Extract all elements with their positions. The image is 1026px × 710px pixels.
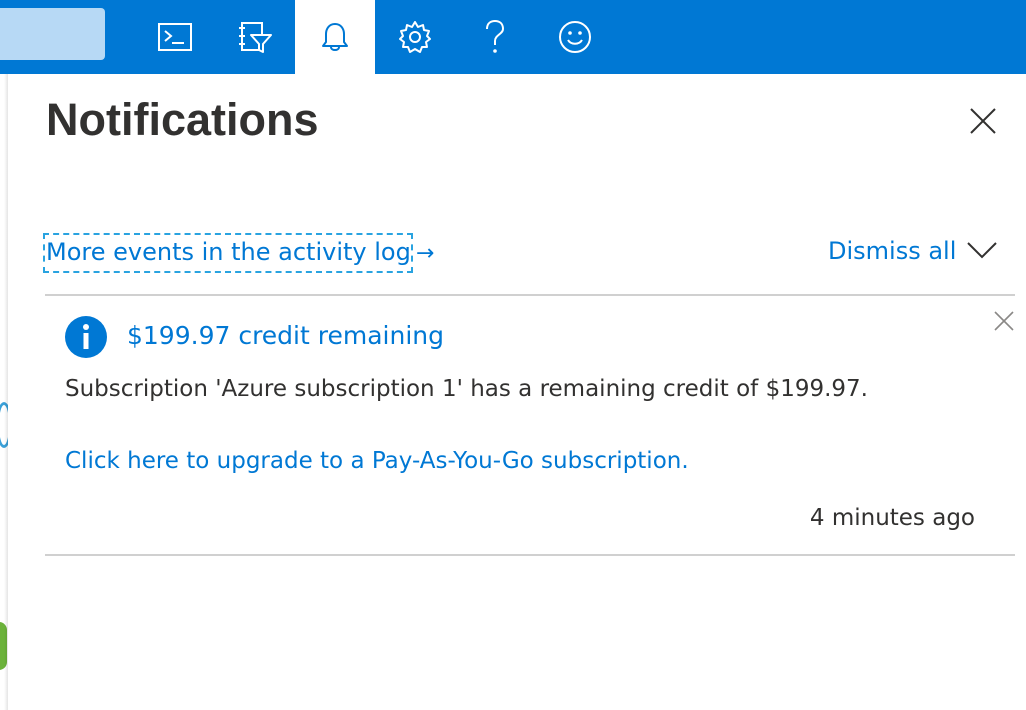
portal-root: Notifications More events in the activit… (0, 0, 1026, 710)
directory-filter-button[interactable] (215, 0, 295, 74)
close-panel-button[interactable] (960, 100, 1006, 146)
feedback-button[interactable] (535, 0, 615, 74)
gear-icon (398, 20, 432, 54)
panel-title: Notifications (46, 94, 319, 145)
activity-log-link[interactable]: More events in the activity log → (43, 233, 435, 273)
divider (45, 554, 1015, 556)
background-page-edge (0, 74, 8, 710)
collapse-button[interactable] (962, 234, 1002, 270)
chevron-down-icon (967, 241, 997, 263)
help-button[interactable] (455, 0, 535, 74)
arrow-right-icon: → (415, 240, 435, 266)
cloud-shell-button[interactable] (135, 0, 215, 74)
dismiss-notification-button[interactable] (989, 308, 1019, 338)
close-icon (994, 311, 1014, 335)
settings-button[interactable] (375, 0, 455, 74)
close-icon (970, 108, 996, 138)
search-input[interactable] (0, 8, 105, 60)
notification-item[interactable]: $199.97 credit remaining Subscription 'A… (45, 296, 1015, 556)
bell-icon (320, 21, 350, 53)
upgrade-link[interactable]: Click here to upgrade to a Pay-As-You-Go… (65, 444, 689, 478)
notification-timestamp: 4 minutes ago (809, 505, 975, 531)
feedback-smiley-icon (558, 20, 592, 54)
info-icon (65, 316, 107, 358)
cloud-shell-icon (158, 23, 192, 51)
activity-log-link-label: More events in the activity log (43, 233, 413, 273)
notification-title[interactable]: $199.97 credit remaining (127, 318, 444, 354)
notifications-button[interactable] (295, 0, 375, 74)
help-icon (482, 19, 508, 55)
top-bar (0, 0, 1026, 74)
dismiss-all-button[interactable]: Dismiss all (828, 236, 956, 266)
notification-body: Subscription 'Azure subscription 1' has … (65, 376, 868, 402)
directory-filter-icon (238, 20, 272, 54)
notifications-panel: Notifications More events in the activit… (8, 74, 1026, 710)
